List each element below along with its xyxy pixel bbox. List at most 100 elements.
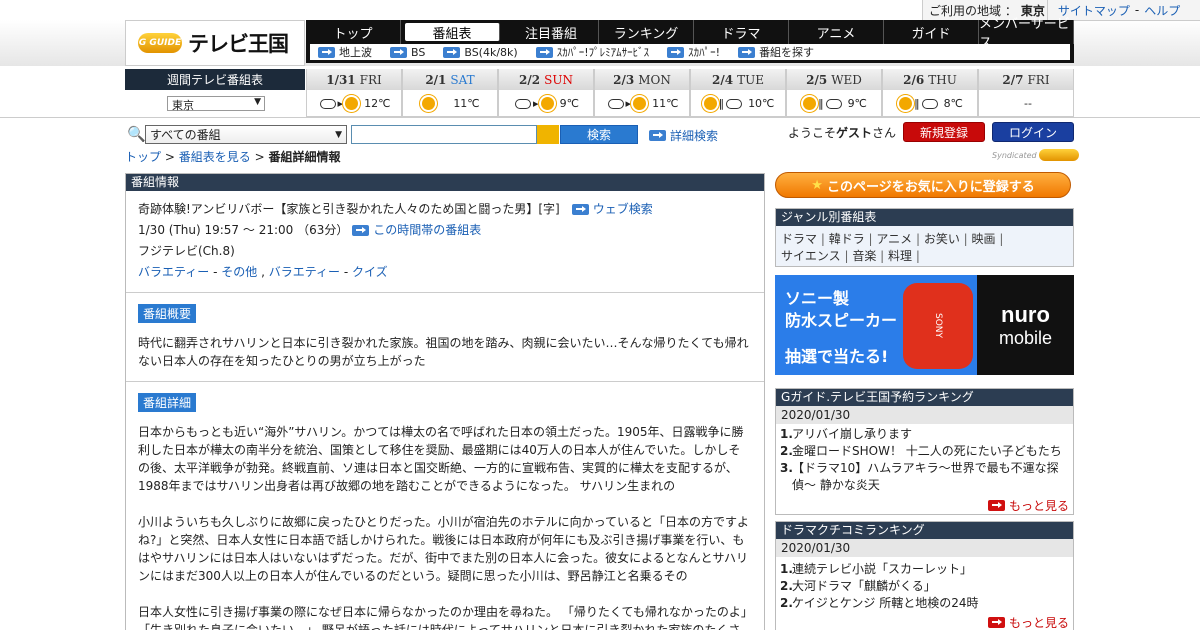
genre-link[interactable]: 音楽 — [852, 249, 876, 263]
day-temperature: 9℃ — [847, 97, 867, 110]
day-temperature: 12℃ — [364, 97, 391, 110]
advanced-search-label: 詳細検索 — [670, 129, 719, 143]
day-temperature: 8℃ — [943, 97, 963, 110]
speaker-image: SONY — [903, 283, 973, 369]
sun-icon — [633, 97, 647, 110]
rank-title: 【ドラマ10】ハムラアキラ〜世界で最も不運な探偵〜 静かな炎天 — [792, 461, 1059, 492]
arrow-icon — [443, 46, 461, 58]
day-cell[interactable]: 1/31 FRI ▸ 12℃ — [306, 69, 402, 117]
genre-sep: | — [912, 249, 920, 263]
day-cell[interactable]: 2/2 SUN ▸ 9℃ — [498, 69, 594, 117]
subnav-label: ｽｶﾊﾟｰ! — [688, 46, 721, 59]
rank-number: 1. — [780, 562, 793, 576]
day-date: 2/6 — [903, 72, 925, 87]
day-cell[interactable]: 2/7 FRI -- — [978, 69, 1074, 117]
weekly-schedule-label[interactable]: 週間テレビ番組表 — [125, 69, 305, 90]
divider — [0, 117, 1200, 118]
breadcrumb: トップ > 番組表を見る > 番組詳細情報 — [125, 148, 340, 165]
subnav-item[interactable]: 番組を探す — [738, 44, 814, 60]
arrow-separator-icon: ▸ — [625, 97, 632, 110]
help-link[interactable]: ヘルプ — [1144, 2, 1180, 19]
genre-link[interactable]: サイエンス — [781, 249, 841, 263]
nav-item[interactable]: 注目番組 — [504, 20, 599, 44]
nav-item[interactable]: ランキング — [599, 20, 694, 44]
sun-icon — [345, 97, 359, 110]
site-title: テレビ王国 — [188, 32, 289, 56]
day-header: 2/2 SUN — [499, 69, 593, 90]
nav-item[interactable]: ガイド — [884, 20, 979, 44]
genre-link[interactable]: ドラマ — [781, 232, 817, 246]
genre-sep: | — [864, 232, 877, 246]
day-cell[interactable]: 2/6 THU ‖ 8℃ — [882, 69, 978, 117]
genre-link[interactable]: 料理 — [888, 249, 912, 263]
genre-link[interactable]: クイズ — [352, 265, 388, 279]
nav-item[interactable]: 番組表 — [405, 23, 500, 42]
ad-banner[interactable]: ソニー製 防水スピーカー 抽選で当たる! SONY nuro mobile — [775, 275, 1074, 375]
program-genres: バラエティー - その他 , バラエティー - クイズ — [138, 265, 388, 279]
separator-icon: ‖ — [818, 97, 824, 110]
day-cell[interactable]: 2/1 SAT 11℃ — [402, 69, 498, 117]
more-label: もっと見る — [1008, 616, 1069, 630]
ranking-date: 2020/01/30 — [776, 539, 1073, 557]
genre-link[interactable]: お笑い — [924, 232, 960, 246]
ranking-item[interactable]: 1. 連続テレビ小説「スカーレット」 — [780, 561, 1069, 578]
breadcrumb-schedule[interactable]: 番組表を見る — [179, 150, 251, 164]
nav-item[interactable]: メンバーサービス — [979, 17, 1074, 51]
sun-icon — [803, 97, 817, 110]
day-weather: ‖ 9℃ — [787, 90, 881, 117]
ranking-item[interactable]: 2. 金曜ロードSHOW！ 十二人の死にたい子どもたち — [780, 443, 1069, 460]
rank-number: 2. — [780, 579, 793, 593]
ad-text: 防水スピーカー — [785, 311, 898, 330]
syndicated-text: Syndicated — [992, 150, 1037, 160]
subnav-item[interactable]: BS(4k/8k) — [443, 46, 518, 59]
subnav-item[interactable]: BS — [390, 46, 425, 59]
nav-item[interactable]: ドラマ — [694, 20, 789, 44]
genre-link[interactable]: 映画 — [972, 232, 996, 246]
cloud-icon — [607, 98, 624, 109]
separator-icon: ‖ — [718, 97, 725, 110]
day-cell[interactable]: 2/4 TUE ‖ 10℃ — [690, 69, 786, 117]
subnav-item[interactable]: 地上波 — [318, 44, 372, 60]
genre-link[interactable]: アニメ — [876, 232, 912, 246]
day-weekday: TUE — [737, 72, 764, 87]
timeslot-link[interactable]: この時間帯の番組表 — [373, 223, 481, 237]
search-input[interactable] — [351, 125, 537, 144]
arrow-icon — [987, 617, 1005, 628]
site-logo[interactable]: G GUIDE テレビ王国 — [125, 20, 305, 66]
day-cell[interactable]: 2/5 WED ‖ 9℃ — [786, 69, 882, 117]
day-date: 1/31 — [326, 72, 356, 87]
subnav-label: BS — [411, 45, 426, 59]
rank-title: 大河ドラマ「麒麟がくる」 — [792, 579, 936, 593]
subnav-item[interactable]: ｽｶﾊﾟｰ! — [667, 44, 720, 60]
login-button[interactable]: ログイン — [992, 122, 1074, 142]
syndicated-logo: Syndicated — [992, 149, 1079, 161]
day-header: 2/5 WED — [787, 69, 881, 90]
search-button[interactable]: 検索 — [560, 125, 638, 144]
sun-icon — [899, 97, 913, 110]
nav-item[interactable]: トップ — [306, 20, 401, 44]
more-link[interactable]: もっと見る — [987, 497, 1069, 514]
genre-link[interactable]: その他 — [221, 265, 257, 279]
genre-link[interactable]: バラエティー — [269, 265, 340, 279]
day-temperature: 9℃ — [559, 97, 579, 110]
genre-link[interactable]: バラエティー — [138, 265, 209, 279]
ranking-item[interactable]: 1. アリバイ崩し承ります — [780, 426, 1069, 443]
nav-item[interactable]: アニメ — [789, 20, 884, 44]
drama-ranking-box: ドラマクチコミランキング 2020/01/30 1. 連続テレビ小説「スカーレット… — [775, 521, 1074, 630]
web-search-link[interactable]: ウェブ検索 — [593, 202, 653, 216]
ranking-item[interactable]: 2. ケイジとケンジ 所轄と地検の24時 — [780, 595, 1069, 612]
register-button[interactable]: 新規登録 — [903, 122, 985, 142]
gguide-search-icon[interactable] — [537, 125, 559, 144]
breadcrumb-top[interactable]: トップ — [125, 150, 161, 164]
search-category-select[interactable]: すべての番組 — [145, 125, 347, 144]
favorite-button[interactable]: ★ このページをお気に入りに登録する — [775, 172, 1071, 198]
region-select[interactable]: 東京 — [167, 96, 265, 112]
subnav-item[interactable]: ｽｶﾊﾟｰ!ﾌﾟﾚﾐｱﾑｻｰﾋﾞｽ — [535, 44, 649, 60]
advanced-search-link[interactable]: 詳細検索 — [649, 127, 718, 144]
day-weather: ▸ 11℃ — [595, 90, 689, 117]
day-cell[interactable]: 2/3 MON ▸ 11℃ — [594, 69, 690, 117]
more-link[interactable]: もっと見る — [987, 614, 1069, 630]
ranking-item[interactable]: 2. 大河ドラマ「麒麟がくる」 — [780, 578, 1069, 595]
genre-link[interactable]: 韓ドラ — [829, 232, 865, 246]
ranking-item[interactable]: 3. 【ドラマ10】ハムラアキラ〜世界で最も不運な探偵〜 静かな炎天 — [780, 460, 1069, 494]
